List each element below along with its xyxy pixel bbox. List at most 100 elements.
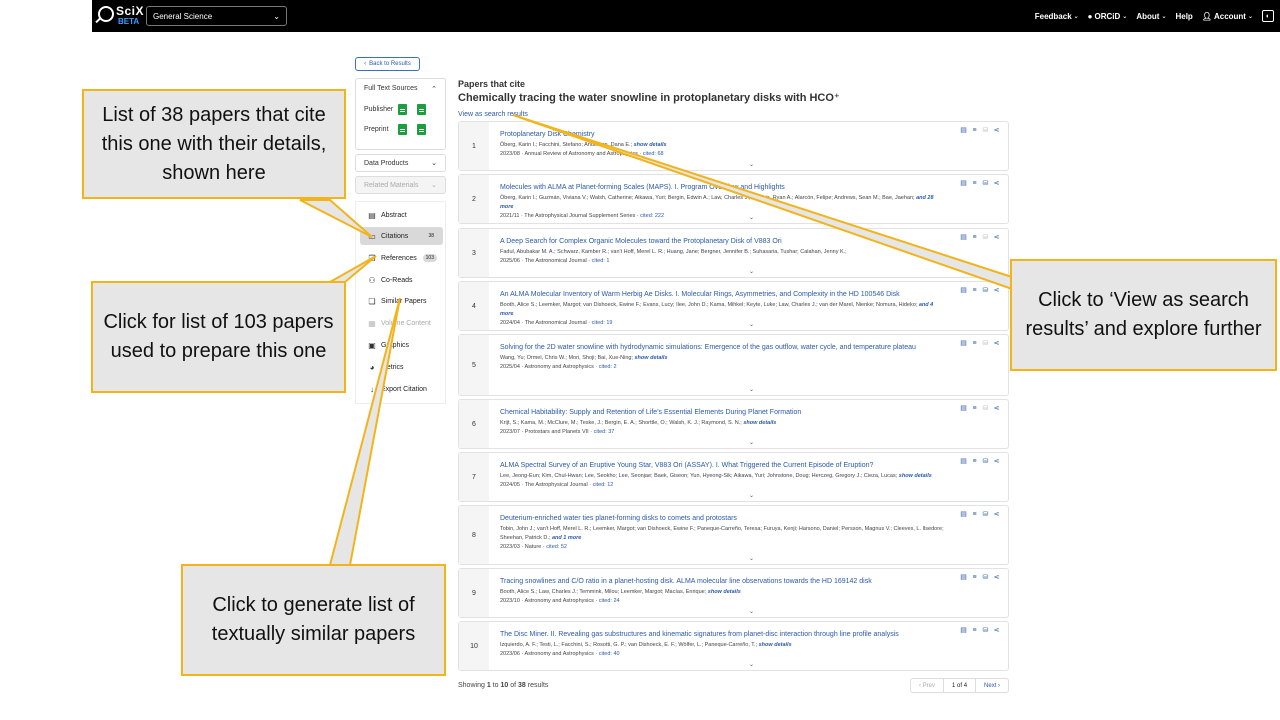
result-cited-link[interactable]: cited: 1: [592, 258, 610, 264]
result-cited-link[interactable]: cited: 68: [643, 151, 664, 157]
related-materials-dropdown[interactable]: Related Materials ⌄: [355, 176, 446, 194]
expand-chevron-icon[interactable]: ⌄: [749, 661, 754, 668]
database-icon[interactable]: ⛁: [982, 627, 989, 635]
result-title-link[interactable]: Tracing snowlines and C/O ratio in a pla…: [500, 576, 948, 587]
expand-chevron-icon[interactable]: ⌄: [749, 214, 754, 221]
result-cited-link[interactable]: cited: 52: [546, 544, 567, 550]
nav-about[interactable]: About ⌄: [1136, 12, 1166, 21]
publisher-pdf-icon[interactable]: [398, 103, 407, 115]
full-text-icon[interactable]: ▤: [960, 511, 967, 519]
full-text-icon[interactable]: ▤: [960, 627, 967, 635]
show-details-link[interactable]: show details: [708, 589, 741, 595]
expand-chevron-icon[interactable]: ⌄: [749, 439, 754, 446]
result-cited-link[interactable]: cited: 37: [594, 429, 615, 435]
full-text-icon[interactable]: ▤: [960, 234, 967, 242]
database-icon[interactable]: ⛁: [982, 180, 989, 188]
database-icon[interactable]: ⛁: [982, 287, 989, 295]
result-title-link[interactable]: A Deep Search for Complex Organic Molecu…: [500, 236, 948, 247]
full-text-icon[interactable]: ▤: [960, 127, 967, 135]
result-title-link[interactable]: Deuterium-enriched water ties planet-for…: [500, 513, 948, 524]
next-page-button[interactable]: Next ›: [976, 679, 1008, 692]
share-icon[interactable]: ⋖: [993, 511, 1000, 519]
full-text-icon[interactable]: ▤: [960, 574, 967, 582]
result-cited-link[interactable]: cited: 24: [599, 598, 620, 604]
database-icon[interactable]: ⛁: [982, 234, 989, 242]
full-text-sources-header[interactable]: Full Text Sources ⌃: [356, 79, 445, 99]
list-icon[interactable]: ≡: [971, 574, 978, 582]
expand-chevron-icon[interactable]: ⌄: [749, 386, 754, 393]
menu-similar-papers[interactable]: ❏ Similar Papers: [360, 292, 443, 310]
list-icon[interactable]: ≡: [971, 287, 978, 295]
result-title-link[interactable]: Solving for the 2D water snowline with h…: [500, 342, 948, 353]
full-text-icon[interactable]: ▤: [960, 340, 967, 348]
database-icon[interactable]: ⛁: [982, 511, 989, 519]
nav-feedback[interactable]: Feedback ⌄: [1035, 12, 1079, 21]
publisher-html-icon[interactable]: [417, 103, 426, 115]
show-details-link[interactable]: and 1 more: [552, 535, 581, 541]
expand-chevron-icon[interactable]: ⌄: [749, 321, 754, 328]
full-text-icon[interactable]: ▤: [960, 287, 967, 295]
result-cited-link[interactable]: cited: 2: [599, 364, 617, 370]
database-icon[interactable]: ⛁: [982, 127, 989, 135]
nav-orcid[interactable]: ● ORCiD ⌄: [1088, 12, 1128, 21]
nav-help[interactable]: Help: [1175, 12, 1192, 21]
result-title-link[interactable]: Protoplanetary Disk Chemistry: [500, 129, 948, 140]
show-details-link[interactable]: show details: [634, 142, 667, 148]
result-title-link[interactable]: Chemical Habitability: Supply and Retent…: [500, 407, 948, 418]
show-details-link[interactable]: show details: [899, 473, 932, 479]
share-icon[interactable]: ⋖: [993, 405, 1000, 413]
list-icon[interactable]: ≡: [971, 340, 978, 348]
menu-graphics[interactable]: ▣ Graphics: [360, 336, 443, 354]
expand-chevron-icon[interactable]: ⌄: [749, 268, 754, 275]
scix-logo[interactable]: SciX BETA: [94, 2, 144, 30]
expand-chevron-icon[interactable]: ⌄: [749, 555, 754, 562]
result-cited-link[interactable]: cited: 222: [640, 213, 664, 219]
menu-volume-content[interactable]: ▦ Volume Content: [360, 314, 443, 332]
result-title-link[interactable]: ALMA Spectral Survey of an Eruptive Youn…: [500, 460, 948, 471]
nav-account[interactable]: 👤︎ Account ⌄: [1202, 12, 1253, 21]
show-details-link[interactable]: show details: [759, 642, 792, 648]
show-details-link[interactable]: show details: [635, 355, 668, 361]
full-text-icon[interactable]: ▤: [960, 180, 967, 188]
menu-metrics[interactable]: ◕ Metrics: [360, 358, 443, 376]
result-cited-link[interactable]: cited: 19: [592, 320, 613, 326]
full-text-icon[interactable]: ▤: [960, 458, 967, 466]
list-icon[interactable]: ≡: [971, 405, 978, 413]
preprint-pdf-icon[interactable]: [398, 123, 407, 135]
expand-chevron-icon[interactable]: ⌄: [749, 492, 754, 499]
menu-export-citation[interactable]: ↓ Export Citation: [360, 380, 443, 398]
view-as-search-results-link[interactable]: View as search results: [458, 111, 528, 118]
theme-toggle-icon[interactable]: ◐: [1262, 10, 1274, 22]
list-icon[interactable]: ≡: [971, 511, 978, 519]
share-icon[interactable]: ⋖: [993, 127, 1000, 135]
database-icon[interactable]: ⛁: [982, 574, 989, 582]
share-icon[interactable]: ⋖: [993, 180, 1000, 188]
list-icon[interactable]: ≡: [971, 127, 978, 135]
show-details-link[interactable]: show details: [743, 420, 776, 426]
database-icon[interactable]: ⛁: [982, 405, 989, 413]
database-icon[interactable]: ⛁: [982, 340, 989, 348]
result-cited-link[interactable]: cited: 12: [593, 482, 614, 488]
list-icon[interactable]: ≡: [971, 180, 978, 188]
share-icon[interactable]: ⋖: [993, 574, 1000, 582]
list-icon[interactable]: ≡: [971, 627, 978, 635]
list-icon[interactable]: ≡: [971, 458, 978, 466]
share-icon[interactable]: ⋖: [993, 234, 1000, 242]
list-icon[interactable]: ≡: [971, 234, 978, 242]
expand-chevron-icon[interactable]: ⌄: [749, 608, 754, 615]
back-to-results-button[interactable]: ‹ Back to Results: [355, 57, 420, 71]
result-title-link[interactable]: Molecules with ALMA at Planet-forming Sc…: [500, 182, 948, 193]
menu-references[interactable]: ❐ References 103: [360, 249, 443, 267]
prev-page-button[interactable]: ‹ Prev: [911, 679, 945, 692]
data-products-dropdown[interactable]: Data Products ⌄: [355, 154, 446, 172]
full-text-icon[interactable]: ▤: [960, 405, 967, 413]
database-icon[interactable]: ⛁: [982, 458, 989, 466]
share-icon[interactable]: ⋖: [993, 458, 1000, 466]
share-icon[interactable]: ⋖: [993, 287, 1000, 295]
expand-chevron-icon[interactable]: ⌄: [749, 161, 754, 168]
menu-abstract[interactable]: ▤ Abstract: [360, 206, 443, 224]
menu-citations[interactable]: ▭ Citations 38: [360, 227, 443, 245]
menu-co-reads[interactable]: ⚇ Co-Reads: [360, 271, 443, 289]
share-icon[interactable]: ⋖: [993, 340, 1000, 348]
share-icon[interactable]: ⋖: [993, 627, 1000, 635]
